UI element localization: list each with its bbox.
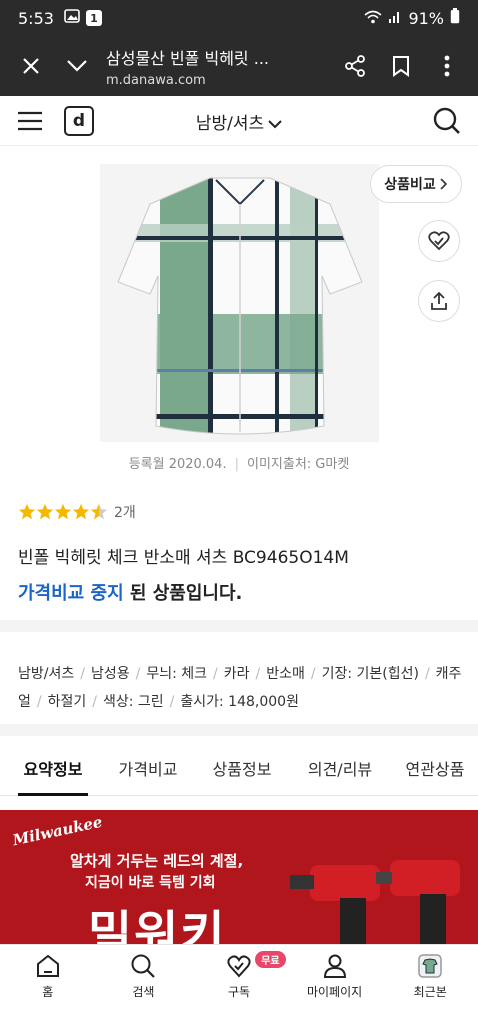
nav-home-label: 홈 — [42, 985, 54, 999]
bottom-navigation: 홈 검색 무료 구독 마이페이지 최근본 — [0, 944, 478, 1024]
close-tab-button[interactable] — [8, 36, 54, 96]
tab-reviews[interactable]: 의견/리뷰 — [300, 738, 380, 795]
spec-item: 남성용 — [90, 666, 130, 682]
tab-price-compare[interactable]: 가격비교 — [112, 738, 184, 795]
nav-home[interactable]: 홈 — [0, 945, 96, 1024]
heart-check-icon — [428, 231, 450, 251]
milwaukee-logo: Milwaukee — [11, 812, 104, 850]
battery-percent: 91% — [408, 8, 444, 28]
star-full-icon — [72, 503, 90, 520]
home-icon — [36, 954, 59, 977]
drill-image — [290, 860, 460, 950]
banner-headline: 알차게 거두는 레드의 계절, — [70, 852, 244, 870]
nav-subscribe[interactable]: 무료 구독 — [191, 945, 287, 1024]
collapse-button[interactable] — [54, 36, 100, 96]
chevron-down-icon — [268, 114, 282, 134]
product-specs: 남방/셔츠 / 남성용 / 무늬: 체크 / 카라 / 반소매 / 기장: 기본(힙선) / 캐주얼 / 하… — [18, 666, 462, 710]
product-compare-button[interactable]: 상품비교 — [370, 165, 462, 203]
nav-search-label: 검색 — [132, 985, 155, 999]
upload-share-icon — [431, 291, 447, 310]
more-options-button[interactable] — [424, 36, 470, 96]
nav-mypage-label: 마이페이지 — [306, 985, 363, 999]
menu-button[interactable] — [16, 109, 44, 133]
heart-check-icon — [227, 955, 251, 978]
rating-stars[interactable]: 2개 — [18, 502, 136, 522]
section-divider — [0, 724, 478, 736]
hamburger-icon — [18, 111, 42, 131]
bookmark-icon — [393, 56, 409, 77]
nav-search[interactable]: 검색 — [96, 945, 192, 1024]
notification-count-icon: 1 — [85, 10, 102, 26]
status-bar: 5:53 1 91% — [0, 0, 478, 36]
free-badge: 무료 — [255, 951, 286, 968]
signal-icon — [388, 9, 402, 28]
spec-item: 반소매 — [266, 666, 305, 682]
search-icon — [433, 107, 460, 134]
star-full-icon — [54, 503, 72, 520]
browser-page-title: 삼성물산 빈폴 빅헤릿 ... — [106, 48, 269, 68]
price-status-message: 가격비교 중지 된 상품입니다. — [18, 579, 242, 605]
review-count: 2개 — [114, 505, 136, 521]
search-button[interactable] — [432, 106, 462, 136]
gallery-icon — [64, 9, 80, 27]
tab-summary[interactable]: 요약정보 — [18, 738, 88, 796]
price-compare-stopped: 가격비교 중지 — [18, 583, 124, 604]
banner-big-text: 밀워키 — [88, 906, 227, 950]
chevron-down-icon — [67, 60, 87, 72]
nav-mypage[interactable]: 마이페이지 — [287, 945, 383, 1024]
spec-item: 하절기 — [47, 694, 87, 710]
share-icon — [345, 55, 365, 77]
category-label: 남방/셔츠 — [195, 114, 265, 134]
search-icon — [131, 954, 156, 978]
share-product-button[interactable] — [418, 280, 460, 322]
bookmark-button[interactable] — [378, 36, 424, 96]
browser-toolbar: 삼성물산 빈폴 빅헤릿 ... m.danawa.com — [0, 36, 478, 96]
ad-banner[interactable]: Milwaukee 알차게 거두는 레드의 계절, 지금이 바로 득템 기회 밀… — [0, 810, 478, 950]
close-icon — [23, 58, 39, 74]
browser-title-area[interactable]: 삼성물산 빈폴 빅헤릿 ... m.danawa.com — [100, 45, 332, 88]
site-header: 남방/셔츠 d — [0, 96, 478, 146]
compare-label: 상품비교 — [384, 177, 436, 193]
spec-item: 색상: 그린 — [102, 694, 164, 710]
image-source: 이미지출처: G마켓 — [246, 457, 350, 472]
nav-recent[interactable]: 최근본 — [382, 945, 478, 1024]
danawa-logo[interactable]: d — [64, 106, 94, 136]
battery-icon — [450, 8, 460, 28]
product-tabs: 요약정보 가격비교 상품정보 의견/리뷰 연관상품 — [0, 738, 478, 796]
spec-item: 기장: 기본(힙선) — [321, 666, 419, 682]
banner-subheadline: 지금이 바로 득템 기회 — [85, 875, 216, 891]
more-vertical-icon — [444, 55, 450, 77]
star-full-icon — [36, 503, 54, 520]
share-button[interactable] — [332, 36, 378, 96]
tab-related[interactable]: 연관상품 — [400, 738, 470, 795]
product-image[interactable] — [100, 164, 379, 442]
browser-url: m.danawa.com — [106, 72, 206, 88]
favorite-button[interactable] — [418, 220, 460, 262]
chevron-right-icon — [440, 178, 447, 190]
nav-recent-label: 최근본 — [413, 985, 447, 999]
user-icon — [323, 954, 346, 978]
product-title: 빈폴 빅헤릿 체크 반소매 셔츠 BC9465O14M — [18, 548, 349, 568]
registered-date: 등록월 2020.04. — [128, 457, 227, 472]
divider: | — [234, 457, 239, 472]
spec-item: 남방/셔츠 — [18, 666, 75, 682]
spec-item: 출시가: 148,000원 — [180, 694, 299, 710]
nav-subscribe-label: 구독 — [227, 985, 251, 999]
status-suffix: 된 상품입니다. — [123, 583, 243, 604]
product-meta: 등록월 2020.04. | 이미지출처: G마켓 — [0, 453, 478, 472]
status-time: 5:53 — [18, 8, 54, 28]
recent-viewed-icon — [418, 954, 442, 978]
spec-item: 무늬: 체크 — [146, 666, 208, 682]
wifi-icon — [364, 9, 382, 28]
tab-product-info[interactable]: 상품정보 — [206, 738, 278, 795]
section-divider — [0, 620, 478, 632]
spec-item: 카라 — [223, 666, 250, 682]
star-half-icon — [90, 503, 108, 520]
star-full-icon — [18, 503, 36, 520]
